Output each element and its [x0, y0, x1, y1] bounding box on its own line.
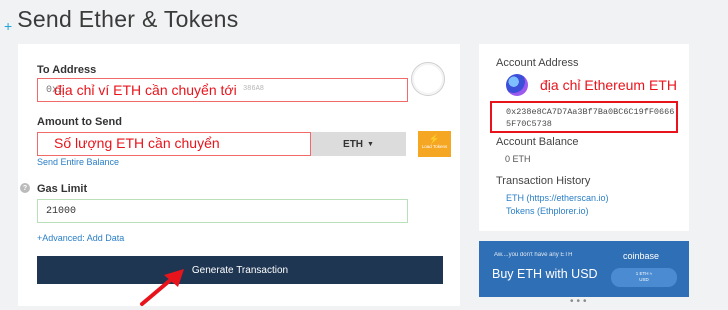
history-link-etherscan[interactable]: ETH (https://etherscan.io): [506, 193, 609, 203]
transaction-history-label: Transaction History: [496, 175, 591, 187]
eth-price-pill-line2: USD: [639, 277, 649, 282]
advanced-add-data-link[interactable]: +Advanced: Add Data: [37, 233, 124, 243]
history-link-ethplorer[interactable]: Tokens (Ethplorer.io): [506, 206, 589, 216]
currency-value: ETH: [343, 138, 364, 150]
page-title: Send Ether & Tokens: [17, 6, 239, 32]
eth-price-pill: 1 ETH ≈ USD: [611, 268, 677, 287]
plus-icon[interactable]: +: [4, 18, 12, 34]
coinbase-banner[interactable]: Aw....you don't have any ETH coinbase Bu…: [479, 241, 689, 297]
account-balance-value: 0 ETH: [505, 154, 531, 164]
coinbase-logo: coinbase: [622, 251, 659, 261]
account-address-annotation: địa chỉ Ethereum ETH: [540, 77, 677, 93]
account-address-value: 0x238e8CA7D7Aa3Bf7Ba0BC6C19fF06665F70C57…: [490, 101, 678, 133]
help-icon[interactable]: ?: [20, 183, 30, 193]
account-address-label: Account Address: [496, 57, 579, 69]
to-address-label: To Address: [37, 64, 97, 76]
buy-eth-headline: Buy ETH with USD: [492, 267, 598, 281]
load-tokens-button[interactable]: ⚡ Load Tokens: [418, 131, 451, 157]
coinbase-tagline: Aw....you don't have any ETH: [494, 252, 573, 258]
account-panel: Account Address địa chỉ Ethereum ETH 0x2…: [479, 44, 689, 231]
pointer-arrow-annotation: [140, 269, 184, 306]
address-identicon-placeholder: [411, 62, 445, 96]
gas-limit-field[interactable]: [37, 199, 408, 223]
amount-label: Amount to Send: [37, 116, 122, 128]
generate-transaction-button[interactable]: Generate Transaction: [37, 256, 443, 284]
account-identicon: [506, 74, 528, 96]
account-balance-label: Account Balance: [496, 136, 579, 148]
send-entire-balance-link[interactable]: Send Entire Balance: [37, 157, 119, 167]
caret-down-icon: ▼: [367, 140, 374, 148]
currency-dropdown[interactable]: ETH ▼: [311, 132, 406, 156]
send-form-panel: To Address 386A8 địa chỉ ví ETH cần chuy…: [18, 44, 460, 306]
gas-limit-input[interactable]: [38, 200, 407, 223]
lightning-icon: ⚡: [428, 134, 441, 144]
load-tokens-label: Load Tokens: [421, 144, 448, 149]
carousel-dots[interactable]: •••: [570, 296, 590, 307]
gas-limit-label: Gas Limit: [37, 183, 88, 195]
to-address-annotation: địa chỉ ví ETH cần chuyển tới: [54, 82, 237, 98]
amount-annotation: Số lượng ETH cần chuyển: [54, 135, 220, 151]
page-header: + Send Ether & Tokens: [4, 6, 239, 36]
